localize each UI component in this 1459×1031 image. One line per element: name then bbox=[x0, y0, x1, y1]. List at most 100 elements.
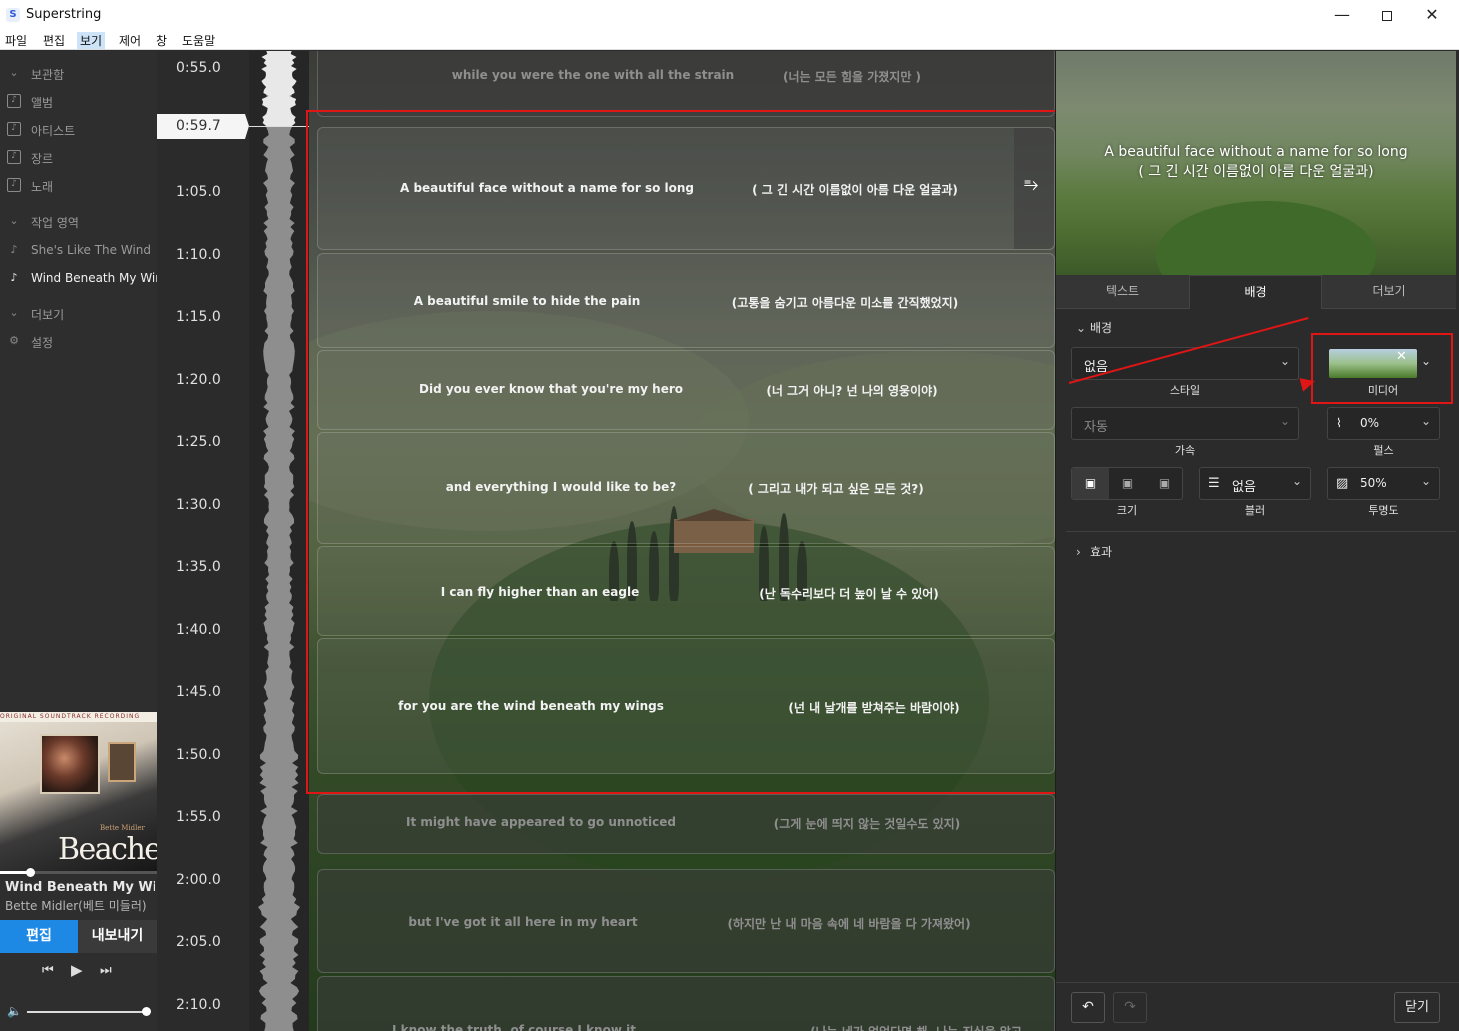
sidebar-item-artists[interactable]: ♪ 아티스트 bbox=[0, 116, 157, 142]
chevron-down-icon: ⌄ bbox=[9, 306, 19, 319]
app-icon: S bbox=[6, 8, 20, 22]
sidebar-item-albums[interactable]: ♪ 앨범 bbox=[0, 88, 157, 114]
menu-window[interactable]: 창 bbox=[153, 32, 170, 49]
lyric-english: but I've got it all here in my heart bbox=[408, 915, 638, 929]
tab-text[interactable]: 텍스트 bbox=[1056, 275, 1189, 309]
waveform[interactable] bbox=[249, 51, 309, 1031]
sidebar-item-more[interactable]: ⌄ 더보기 bbox=[0, 300, 157, 326]
menu-view[interactable]: 보기 bbox=[77, 32, 106, 49]
minimize-button[interactable]: — bbox=[1319, 0, 1365, 30]
lyric-korean: (나는 네가 없었다면 해, 나는 진실을 알고 bbox=[810, 1023, 1022, 1031]
properties-panel: A beautiful face without a name for so l… bbox=[1055, 51, 1459, 1031]
opacity-dropdown[interactable]: ▨ 50% ⌄ bbox=[1327, 467, 1440, 500]
lyric-line[interactable]: while you were the one with all the stra… bbox=[317, 51, 1055, 117]
sidebar-item-songs[interactable]: ♪ 노래 bbox=[0, 172, 157, 198]
time-label: 1:40.0 bbox=[176, 622, 221, 638]
time-label: 1:50.0 bbox=[176, 747, 221, 763]
menu-bar: 파일 편집 보기 제어 창 도움말 bbox=[0, 30, 1459, 50]
panel-footer: ↶ ↷ 닫기 bbox=[1056, 982, 1459, 1031]
music-note-icon: ♪ bbox=[10, 243, 18, 256]
pulse-icon: ⌇ bbox=[1336, 416, 1342, 430]
artist-icon: ♪ bbox=[7, 122, 21, 136]
sidebar-item-wind-beneath-my-wings[interactable]: ♪ Wind Beneath My Wings bbox=[0, 265, 157, 291]
tab-background[interactable]: 배경 bbox=[1189, 275, 1322, 309]
sidebar: ⌄ 보관함 ♪ 앨범 ♪ 아티스트 ♪ 장르 ♪ 노래 ⌄ 작업 영역 ♪ Sh… bbox=[0, 51, 157, 1031]
lyric-korean: (너는 모든 힘을 가졌지만 ) bbox=[782, 70, 922, 84]
time-label: 1:45.0 bbox=[176, 684, 221, 700]
redo-button[interactable]: ↷ bbox=[1113, 992, 1147, 1023]
time-label: 1:25.0 bbox=[176, 434, 221, 450]
chevron-down-icon: ⌄ bbox=[1279, 414, 1290, 428]
chevron-down-icon: ⌄ bbox=[9, 214, 19, 227]
menu-help[interactable]: 도움말 bbox=[179, 32, 218, 49]
now-playing-title: Wind Beneath My Wings bbox=[5, 880, 155, 895]
pulse-dropdown[interactable]: ⌇ 0% ⌄ bbox=[1327, 407, 1440, 440]
next-icon[interactable]: ⏭ bbox=[100, 963, 112, 978]
section-background-header[interactable]: ⌄ 배경 bbox=[1076, 319, 1112, 336]
blur-dropdown[interactable]: ☰ 없음 ⌄ bbox=[1199, 467, 1311, 500]
tab-more[interactable]: 더보기 bbox=[1322, 275, 1456, 309]
video-preview[interactable]: A beautiful face without a name for so l… bbox=[1056, 51, 1456, 275]
lyric-line[interactable]: I know the truth, of course I know it (나… bbox=[317, 976, 1055, 1031]
playback-progress-bar[interactable] bbox=[0, 868, 157, 877]
maximize-button[interactable] bbox=[1364, 0, 1410, 30]
chevron-down-icon: ⌄ bbox=[1420, 414, 1431, 428]
lyric-line[interactable]: It might have appeared to go unnoticed (… bbox=[317, 794, 1055, 854]
lyric-english: It might have appeared to go unnoticed bbox=[406, 815, 676, 829]
album-icon: ♪ bbox=[7, 94, 21, 108]
lyric-line[interactable]: but I've got it all here in my heart (하지… bbox=[317, 869, 1055, 973]
size-segmented-control: ▣ ▣ ▣ bbox=[1071, 467, 1183, 500]
lyric-korean: (그게 눈에 띄지 않는 것일수도 있지) bbox=[773, 817, 961, 831]
size-label: 크기 bbox=[1116, 504, 1138, 517]
time-label: 1:20.0 bbox=[176, 372, 221, 388]
close-window-button[interactable]: ✕ bbox=[1409, 0, 1455, 30]
time-label: 2:00.0 bbox=[176, 872, 221, 888]
album-photo-frame bbox=[108, 742, 136, 782]
chevron-down-icon: ⌄ bbox=[1291, 474, 1302, 488]
edit-button[interactable]: 편집 bbox=[0, 920, 78, 953]
annotation-highlight-media bbox=[1311, 333, 1453, 404]
lyric-english: while you were the one with all the stra… bbox=[451, 68, 735, 82]
size-large-image-icon[interactable]: ▣ bbox=[1146, 468, 1183, 499]
music-note-icon: ♪ bbox=[10, 271, 18, 284]
blur-label: 블러 bbox=[1244, 504, 1266, 517]
volume-slider[interactable] bbox=[27, 1007, 151, 1016]
preview-lyric-line2: ( 그 긴 시간 이름없이 아름 다운 얼굴과) bbox=[1138, 164, 1374, 180]
section-effects-header[interactable]: › 효과 bbox=[1076, 543, 1112, 560]
title-bar: S Superstring — ✕ bbox=[0, 0, 1459, 30]
chevron-down-icon: ⌄ bbox=[9, 66, 19, 79]
playback-progress-handle[interactable] bbox=[25, 868, 35, 877]
size-small-image-icon[interactable]: ▣ bbox=[1072, 468, 1109, 499]
opacity-icon: ▨ bbox=[1336, 476, 1349, 491]
volume-slider-handle[interactable] bbox=[142, 1007, 151, 1016]
sidebar-item-shes-like-the-wind[interactable]: ♪ She's Like The Wind bbox=[0, 237, 157, 263]
size-medium-image-icon[interactable]: ▣ bbox=[1109, 468, 1146, 499]
opacity-label: 투명도 bbox=[1368, 504, 1399, 517]
sidebar-item-settings[interactable]: ⚙ 설정 bbox=[0, 328, 157, 354]
album-art: ORIGINAL SOUNDTRACK RECORDING Bette Midl… bbox=[0, 712, 157, 872]
pulse-label: 펄스 bbox=[1373, 444, 1394, 457]
sidebar-item-library[interactable]: ⌄ 보관함 bbox=[0, 60, 157, 86]
maximize-icon bbox=[1382, 10, 1392, 21]
playhead-time-box[interactable]: 0:59.7 bbox=[157, 114, 249, 139]
playhead-time: 0:59.7 bbox=[176, 118, 221, 134]
previous-icon[interactable]: ⏮ bbox=[42, 963, 54, 978]
export-button[interactable]: 내보내기 bbox=[78, 920, 157, 953]
time-label: 1:05.0 bbox=[176, 184, 221, 200]
genre-icon: ♪ bbox=[7, 150, 21, 164]
sidebar-item-workspace[interactable]: ⌄ 작업 영역 bbox=[0, 208, 157, 234]
menu-file[interactable]: 파일 bbox=[2, 32, 30, 49]
preview-lyric-line1: A beautiful face without a name for so l… bbox=[1104, 144, 1408, 160]
sidebar-item-genres[interactable]: ♪ 장르 bbox=[0, 144, 157, 170]
undo-button[interactable]: ↶ bbox=[1071, 992, 1105, 1023]
playhead-line bbox=[249, 126, 309, 127]
time-label: 1:10.0 bbox=[176, 247, 221, 263]
volume-icon[interactable]: 🔈 bbox=[7, 1004, 22, 1018]
accel-dropdown[interactable]: 자동 ⌄ bbox=[1071, 407, 1299, 440]
menu-control[interactable]: 제어 bbox=[116, 32, 144, 49]
menu-edit[interactable]: 편집 bbox=[40, 32, 68, 49]
close-panel-button[interactable]: 닫기 bbox=[1394, 992, 1440, 1023]
chevron-down-icon: ⌄ bbox=[1279, 354, 1290, 368]
chevron-right-icon: › bbox=[1076, 545, 1081, 559]
play-icon[interactable]: ▶ bbox=[71, 961, 83, 979]
